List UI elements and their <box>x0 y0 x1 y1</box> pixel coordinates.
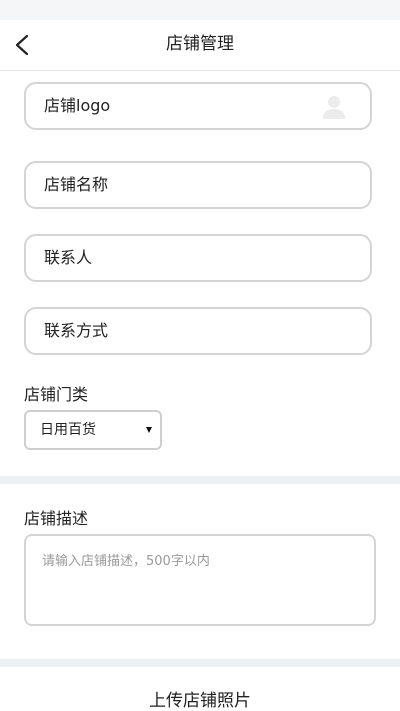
status-bar <box>0 0 400 20</box>
contact-person-field[interactable]: 联系人 <box>24 234 372 282</box>
shop-logo-label: 店铺logo <box>44 96 111 115</box>
description-textarea[interactable]: 请输入店铺描述，500字以内 <box>24 534 376 626</box>
contact-info-label: 联系方式 <box>44 321 109 340</box>
shop-name-field[interactable]: 店铺名称 <box>24 161 372 209</box>
shop-logo-field[interactable]: 店铺logo <box>24 82 372 130</box>
caret-down-icon <box>146 427 152 433</box>
category-select-value: 日用百货 <box>40 422 96 438</box>
description-label: 店铺描述 <box>24 509 89 528</box>
nav-bar: 店铺管理 <box>0 20 400 71</box>
category-label: 店铺门类 <box>24 385 89 404</box>
contact-info-field[interactable]: 联系方式 <box>24 307 372 355</box>
description-placeholder: 请输入店铺描述，500字以内 <box>42 554 210 569</box>
user-placeholder-icon[interactable] <box>320 92 348 120</box>
section-divider-2 <box>0 659 400 667</box>
section-divider <box>0 476 400 484</box>
shop-name-label: 店铺名称 <box>44 175 109 194</box>
contact-person-label: 联系人 <box>44 248 93 267</box>
category-select[interactable]: 日用百货 <box>24 410 162 450</box>
page-title: 店铺管理 <box>166 34 234 54</box>
upload-photos-title: 上传店铺照片 <box>149 691 251 711</box>
